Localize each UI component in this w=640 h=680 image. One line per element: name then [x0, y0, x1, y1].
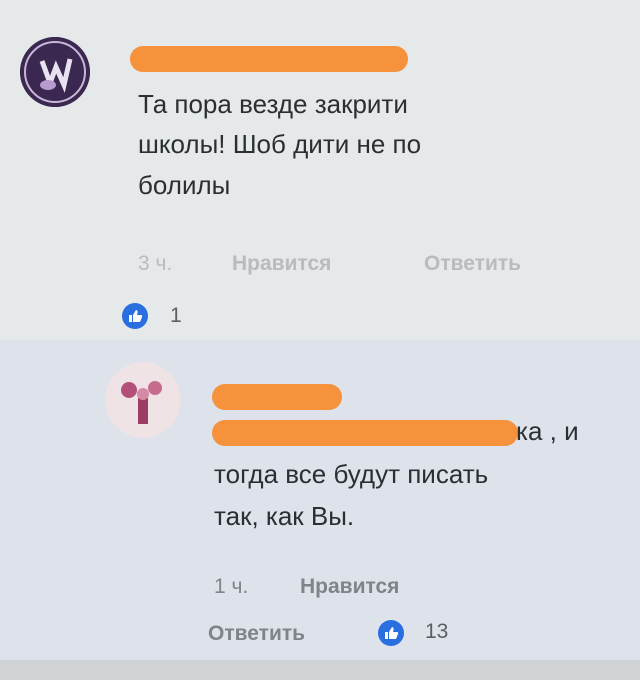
divider — [0, 660, 640, 680]
comment-text-line: так, как Вы. — [214, 501, 355, 531]
comment-text-line: школы! Шоб дити не по — [138, 129, 422, 159]
reply-button[interactable]: Ответить — [424, 252, 521, 276]
thumbs-up-icon — [122, 303, 148, 329]
comment-text-line: тогда все будут писать — [214, 459, 489, 489]
redacted-username — [212, 384, 342, 410]
comment-time: 1 ч. — [214, 575, 249, 598]
comment-text-line: болилы — [138, 170, 231, 200]
like-count: 13 — [425, 620, 449, 643]
redacted-username — [130, 46, 408, 72]
avatar[interactable] — [20, 37, 90, 107]
reply-button[interactable]: Ответить — [208, 622, 305, 646]
like-count: 1 — [170, 304, 182, 327]
comment-time: 3 ч. — [138, 252, 173, 275]
like-button[interactable]: Нравится — [232, 252, 331, 276]
comment-text-line-end: ка , и — [516, 416, 579, 446]
avatar[interactable] — [105, 362, 181, 438]
redacted-mention — [212, 420, 518, 446]
like-button[interactable]: Нравится — [300, 575, 399, 599]
thumbs-up-icon — [378, 620, 404, 646]
comment-text-line: Та пора везде закрити — [138, 89, 408, 119]
